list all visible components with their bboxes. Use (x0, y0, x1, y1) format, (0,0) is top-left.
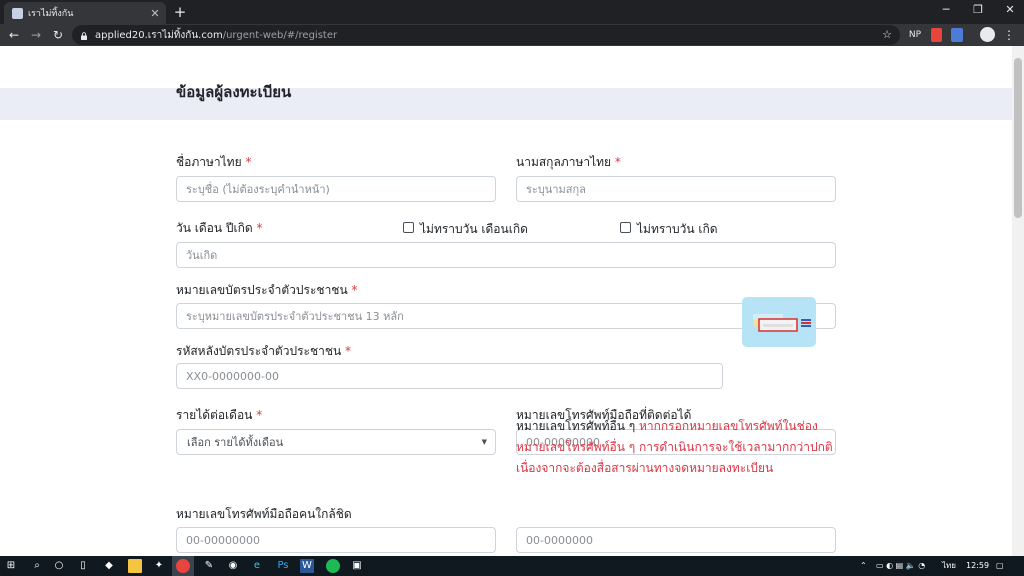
windows-taskbar: ⊞ ⌕ ○ ▯ ◆ ✦ ✎ ◉ e Ps W ▣ ⌃ ▭ ◐ ▤ 🔈 ◔ ไทย… (0, 556, 1024, 576)
unknown-day-label: ไม่ทราบวัน เกิด (637, 222, 718, 236)
tray-chevron-icon[interactable]: ⌃ (860, 559, 867, 573)
app-icon[interactable]: ▣ (350, 559, 364, 573)
id-card-label: หมายเลขบัตรประจำตัวประชาชน * (176, 283, 358, 297)
birthdate-label: วัน เดือน ปีเกิด * (176, 221, 263, 235)
close-person-mobile-label: หมายเลขโทรศัพท์มือถือคนใกล้ชิด (176, 507, 352, 521)
windows-start-icon[interactable]: ⊞ (4, 559, 18, 573)
url-path: /urgent-web/#/register (222, 29, 338, 41)
word-icon[interactable]: W (300, 559, 314, 573)
address-bar[interactable]: applied20.เราไม่ทิ้งกัน.com/urgent-web/#… (72, 25, 900, 45)
close-person-mobile-input[interactable] (176, 527, 496, 553)
window-close-icon[interactable]: ✕ (1002, 3, 1018, 16)
reload-icon[interactable]: ↻ (50, 27, 66, 43)
chrome-taskbar-icon[interactable] (176, 559, 190, 573)
app-icon[interactable]: ✦ (152, 559, 166, 573)
last-name-label: นามสกุลภาษาไทย * (516, 155, 621, 169)
browser-tab-strip: เราไม่ทิ้งกัน ✕ + ─ ❐ ✕ (0, 0, 1024, 24)
tab-title: เราไม่ทิ้งกัน (28, 9, 74, 19)
store-icon[interactable]: ◆ (102, 559, 116, 573)
forward-arrow-icon[interactable]: → (28, 27, 44, 43)
bookmark-star-icon[interactable]: ☆ (882, 28, 892, 41)
laser-code-input[interactable] (176, 363, 723, 389)
profile-avatar-icon[interactable] (980, 27, 995, 42)
birthdate-input[interactable] (176, 242, 836, 268)
required-mark: * (245, 155, 252, 169)
form-title: ข้อมูลผู้ลงทะเบียน (176, 83, 292, 101)
other-phone-input[interactable] (516, 527, 836, 553)
other-phone-label: หมายเลขโทรศัพท์อื่น ๆ หากกรอกหมายเลขโทรศ… (516, 419, 833, 475)
browser-menu-icon[interactable]: ⋮ (1002, 28, 1016, 42)
tray-icons[interactable]: ▭ ◐ ▤ 🔈 ◔ (876, 559, 925, 573)
required-mark: * (351, 283, 358, 297)
income-select-value: เลือก รายได้ทั้งเดือน (187, 436, 284, 449)
notifications-icon[interactable]: ▢ (996, 559, 1004, 573)
unknown-day-month-checkbox[interactable] (403, 222, 414, 233)
app-icon[interactable]: ✎ (202, 559, 216, 573)
first-name-input[interactable] (176, 176, 496, 202)
last-name-input[interactable] (516, 176, 836, 202)
unknown-day-month-label: ไม่ทราบวัน เดือนเกิด (420, 222, 528, 236)
cortana-icon[interactable]: ○ (52, 559, 66, 573)
first-name-label: ชื่อภาษาไทย * (176, 155, 252, 169)
browser-toolbar: ← → ↻ applied20.เราไม่ทิ้งกัน.com/urgent… (0, 24, 1024, 46)
minimize-icon[interactable]: ─ (938, 3, 954, 16)
restore-icon[interactable]: ❐ (970, 3, 986, 16)
extension-red-icon[interactable] (931, 28, 942, 42)
browser-tab[interactable]: เราไม่ทิ้งกัน ✕ (4, 2, 166, 24)
required-mark: * (256, 408, 263, 422)
unknown-day-checkbox[interactable] (620, 222, 631, 233)
language-indicator[interactable]: ไทย (942, 559, 956, 573)
page-scrollbar[interactable] (1012, 46, 1024, 556)
income-select[interactable]: เลือก รายได้ทั้งเดือน ▼ (176, 429, 496, 455)
site-favicon-icon (12, 7, 23, 19)
extension-blue-icon[interactable] (951, 28, 963, 42)
taskbar-clock[interactable]: 12:59 (966, 559, 989, 573)
lock-icon (81, 32, 87, 40)
select-caret-icon: ▼ (481, 438, 487, 446)
url-host: applied20.เราไม่ทิ้งกัน.com (95, 29, 223, 41)
file-explorer-icon[interactable] (128, 559, 142, 573)
scrollbar-thumb[interactable] (1014, 58, 1022, 218)
extension-np-icon[interactable]: NP (908, 28, 922, 42)
new-tab-button[interactable]: + (172, 3, 188, 21)
taskbar-search-icon[interactable]: ⌕ (30, 559, 44, 573)
app-icon[interactable]: ◉ (226, 559, 240, 573)
required-mark: * (345, 344, 352, 358)
laser-code-label: รหัสหลังบัตรประจำตัวประชาชน * (176, 344, 352, 358)
back-arrow-icon[interactable]: ← (6, 27, 22, 43)
required-mark: * (614, 155, 621, 169)
tab-close-icon[interactable]: ✕ (148, 7, 162, 20)
required-mark: * (256, 221, 263, 235)
photoshop-icon[interactable]: Ps (276, 559, 290, 573)
income-label: รายได้ต่อเดือน * (176, 408, 263, 422)
task-view-icon[interactable]: ▯ (76, 559, 90, 573)
spotify-icon[interactable] (326, 559, 340, 573)
id-card-back-illustration (742, 297, 816, 347)
edge-icon[interactable]: e (250, 559, 264, 573)
id-card-input[interactable] (176, 303, 836, 329)
page-header-banner (0, 88, 1012, 120)
page-viewport (0, 46, 1024, 556)
